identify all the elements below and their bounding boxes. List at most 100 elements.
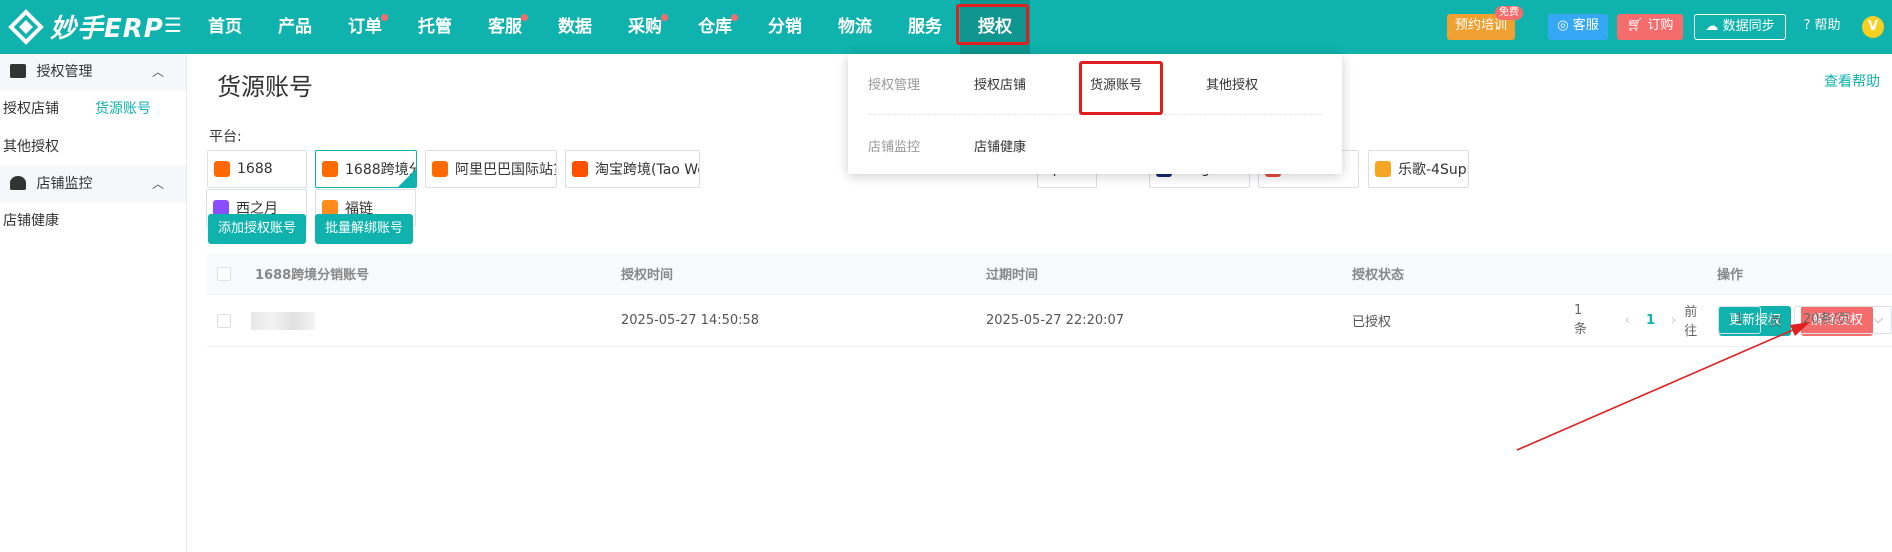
sidebar-group-title: 店铺监控 [36, 176, 93, 192]
nav-item-label: 服务 [908, 17, 942, 37]
nav-item-8[interactable]: 分销 [750, 0, 820, 54]
user-monitor-icon [10, 176, 26, 190]
nav-item-label: 托管 [418, 17, 452, 37]
dropdown-divider [868, 114, 1322, 115]
dropdown-link-other-auth[interactable]: 其他授权 [1206, 74, 1258, 93]
header-actions: 操作 [1717, 268, 1744, 283]
menu-toggle-icon[interactable]: ☰ [164, 15, 182, 35]
account-name-blurred [251, 295, 315, 346]
sidebar-item-other-auth[interactable]: 其他授权 [0, 128, 186, 166]
question-icon: ? [1803, 18, 1811, 33]
order-label: 订购 [1647, 18, 1674, 33]
platform-chip-label: 1688 [237, 161, 273, 177]
platform-chip-3[interactable]: 淘宝跨境(Tao World) [565, 150, 700, 188]
platform-chip-label: 乐歌-4Supply [1398, 162, 1468, 178]
nav-item-5[interactable]: 数据 [540, 0, 610, 54]
notification-dot [661, 14, 668, 21]
nav-item-7[interactable]: 仓库 [680, 0, 750, 54]
platform-chip-label: 阿里巴巴国际站货盘 [455, 162, 556, 178]
platform-chip-2[interactable]: 阿里巴巴国际站货盘 [425, 150, 557, 188]
alibaba-icon [322, 161, 338, 177]
select-all-checkbox[interactable] [217, 253, 231, 294]
selected-check-icon [398, 169, 416, 187]
nav-item-9[interactable]: 物流 [820, 0, 890, 54]
help-link[interactable]: 查看帮助 [1824, 71, 1880, 91]
goto-page-input[interactable]: 1 [1717, 306, 1761, 334]
nav-item-2[interactable]: 订单 [330, 0, 400, 54]
nav-item-label: 客服 [488, 17, 522, 37]
sidebar-item-source-account[interactable]: 货源账号 [95, 90, 151, 128]
auth-time-cell: 2025-05-27 14:50:58 [621, 313, 760, 328]
sidebar-group-shop-monitor[interactable]: 店铺监控 ︿ [0, 166, 186, 202]
data-sync-label: 数据同步 [1722, 19, 1775, 34]
platform-chip-label: 淘宝跨境(Tao World) [595, 162, 699, 178]
nav-item-label: 授权 [978, 17, 1012, 37]
header-auth-time: 授权时间 [621, 268, 674, 283]
add-auth-account-button[interactable]: 添加授权账号 [208, 214, 307, 244]
nav-item-10[interactable]: 服务 [890, 0, 960, 54]
customer-service-button[interactable]: ◎ 客服 [1548, 14, 1608, 40]
customer-service-label: 客服 [1572, 18, 1599, 33]
row-checkbox[interactable] [217, 295, 231, 346]
help-button[interactable]: ? 帮助 [1794, 14, 1850, 40]
cart-icon: 🛒︎ [1626, 18, 1644, 33]
notification-dot [521, 14, 528, 21]
order-button[interactable]: 🛒︎ 订购 [1617, 14, 1683, 40]
data-sync-button[interactable]: ☁ 数据同步 [1694, 14, 1786, 40]
training-button[interactable]: 预约培训 免费 [1447, 6, 1523, 40]
chevron-up-icon: ︿ [151, 177, 164, 191]
app-logo[interactable]: 妙手ERP [8, 8, 164, 45]
auth-management-icon [10, 64, 26, 78]
pagination: 1条 ‹ 1 › 前往 1 页 20条/页 ⌵ [1574, 303, 1892, 339]
nav-item-11[interactable]: 授权 [960, 0, 1030, 54]
loctek-icon [1375, 161, 1391, 177]
nav-item-label: 仓库 [698, 17, 732, 37]
prev-page-icon[interactable]: ‹ [1625, 313, 1630, 328]
logo-text: 妙手ERP [50, 14, 164, 44]
sidebar-group-auth-management[interactable]: 授权管理 ︿ [0, 54, 186, 90]
avatar-letter: V [1867, 19, 1879, 34]
top-navbar: 妙手ERP ☰ 首页 产品 订单 托管 客服 数据 采购 仓库 分销 物流 服务 授权 预约培训 免费… [0, 0, 1892, 54]
chevron-up-icon: ︿ [151, 65, 164, 79]
training-label: 预约培训 [1454, 18, 1507, 33]
header-account: 1688跨境分销账号 [255, 268, 370, 283]
auth-dropdown-menu: 授权管理 授权店铺 货源账号 其他授权 店铺监控 店铺健康 [848, 54, 1342, 174]
nav-item-4[interactable]: 客服 [470, 0, 540, 54]
nav-item-label: 订单 [348, 17, 382, 37]
sidebar-row-1: 授权店铺 货源账号 [0, 90, 186, 128]
platform-chip-0[interactable]: 1688 [207, 150, 307, 188]
total-count: 1条 [1574, 303, 1588, 337]
dropdown-row-auth-management: 授权管理 授权店铺 货源账号 其他授权 [848, 54, 1342, 112]
batch-unbind-button[interactable]: 批量解绑账号 [315, 214, 414, 244]
headset-icon: ◎ [1557, 18, 1569, 33]
goto-label: 前往 [1684, 305, 1698, 339]
notification-dot [731, 14, 738, 21]
nav-item-0[interactable]: 首页 [190, 0, 260, 54]
sidebar: 授权管理 ︿ 授权店铺 货源账号 其他授权 店铺监控 ︿ 店铺健康 [0, 54, 187, 552]
help-label: 帮助 [1814, 18, 1841, 33]
sidebar-item-auth-shop[interactable]: 授权店铺 [3, 101, 59, 117]
page-suffix: 页 [1768, 314, 1782, 330]
nav-item-1[interactable]: 产品 [260, 0, 330, 54]
main-nav: 首页 产品 订单 托管 客服 数据 采购 仓库 分销 物流 服务 授权 [190, 0, 1030, 54]
dropdown-link-shop-health[interactable]: 店铺健康 [974, 136, 1026, 155]
page-number-current[interactable]: 1 [1646, 313, 1655, 328]
table-header: 1688跨境分销账号 授权时间 过期时间 授权状态 操作 [207, 253, 1892, 295]
expire-time-cell: 2025-05-27 22:20:07 [986, 313, 1125, 328]
nav-item-label: 产品 [278, 17, 312, 37]
nav-item-label: 首页 [208, 17, 242, 37]
platform-chip-7[interactable]: 乐歌-4Supply [1368, 150, 1469, 188]
cloud-icon: ☁ [1705, 19, 1719, 34]
user-avatar[interactable]: V [1862, 16, 1884, 38]
sidebar-item-shop-health[interactable]: 店铺健康 [0, 202, 186, 240]
page-title: 货源账号 [217, 73, 313, 101]
dropdown-link-auth-shop[interactable]: 授权店铺 [974, 74, 1026, 93]
platform-chip-1[interactable]: 1688跨境分销 [315, 150, 417, 188]
nav-item-3[interactable]: 托管 [400, 0, 470, 54]
nav-item-6[interactable]: 采购 [610, 0, 680, 54]
dropdown-link-source-account[interactable]: 货源账号 [1090, 74, 1142, 93]
chevron-down-icon: ⌵ [1873, 312, 1883, 327]
next-page-icon[interactable]: › [1671, 313, 1676, 328]
nav-item-label: 物流 [838, 17, 872, 37]
page-size-select[interactable]: 20条/页 ⌵ [1793, 306, 1892, 334]
